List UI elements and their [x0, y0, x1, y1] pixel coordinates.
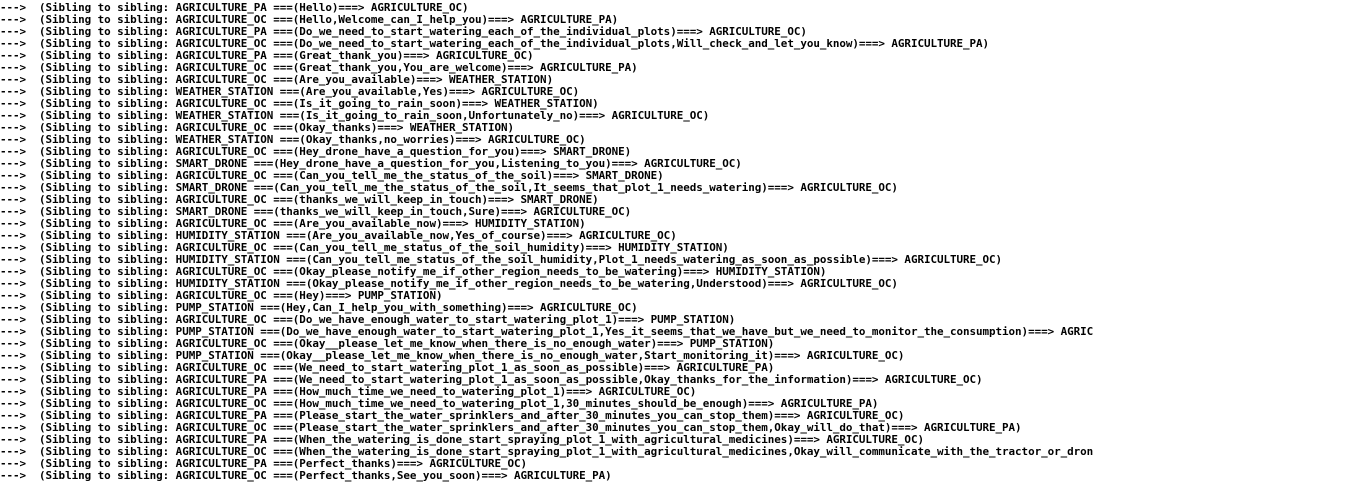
console-line: ---> (Sibling to sibling: SMART_DRONE ==… — [0, 182, 898, 194]
console-line: ---> (Sibling to sibling: PUMP_STATION =… — [0, 326, 1094, 338]
console-line: ---> (Sibling to sibling: AGRICULTURE_PA… — [0, 374, 983, 386]
console-line: ---> (Sibling to sibling: AGRICULTURE_OC… — [0, 338, 775, 350]
console-line: ---> (Sibling to sibling: AGRICULTURE_OC… — [0, 146, 632, 158]
console-line: ---> (Sibling to sibling: AGRICULTURE_PA… — [0, 458, 528, 470]
console-line: ---> (Sibling to sibling: WEATHER_STATIO… — [0, 86, 580, 98]
console-line: ---> (Sibling to sibling: SMART_DRONE ==… — [0, 158, 742, 170]
console-line: ---> (Sibling to sibling: AGRICULTURE_PA… — [0, 434, 924, 446]
console-line: ---> (Sibling to sibling: AGRICULTURE_OC… — [0, 398, 879, 410]
console-line: ---> (Sibling to sibling: AGRICULTURE_PA… — [0, 50, 534, 62]
console-line: ---> (Sibling to sibling: AGRICULTURE_OC… — [0, 122, 515, 134]
console-line: ---> (Sibling to sibling: PUMP_STATION =… — [0, 350, 905, 362]
console-line: ---> (Sibling to sibling: AGRICULTURE_OC… — [0, 98, 599, 110]
console-line: ---> (Sibling to sibling: AGRICULTURE_OC… — [0, 422, 1022, 434]
console-line: ---> (Sibling to sibling: AGRICULTURE_PA… — [0, 26, 807, 38]
console-line: ---> (Sibling to sibling: HUMIDITY_STATI… — [0, 230, 677, 242]
console-line: ---> (Sibling to sibling: WEATHER_STATIO… — [0, 110, 710, 122]
console-line: ---> (Sibling to sibling: AGRICULTURE_OC… — [0, 470, 612, 482]
console-line: ---> (Sibling to sibling: AGRICULTURE_OC… — [0, 74, 554, 86]
console-line: ---> (Sibling to sibling: AGRICULTURE_OC… — [0, 62, 638, 74]
console-line: ---> (Sibling to sibling: AGRICULTURE_OC… — [0, 266, 827, 278]
console-line: ---> (Sibling to sibling: AGRICULTURE_OC… — [0, 194, 599, 206]
console-line: ---> (Sibling to sibling: AGRICULTURE_OC… — [0, 242, 729, 254]
console-line: ---> (Sibling to sibling: AGRICULTURE_OC… — [0, 362, 775, 374]
console-line: ---> (Sibling to sibling: AGRICULTURE_PA… — [0, 2, 469, 14]
console-line: ---> (Sibling to sibling: AGRICULTURE_PA… — [0, 386, 697, 398]
console-line: ---> (Sibling to sibling: AGRICULTURE_OC… — [0, 290, 443, 302]
console-line: ---> (Sibling to sibling: AGRICULTURE_OC… — [0, 170, 664, 182]
console-line: ---> (Sibling to sibling: AGRICULTURE_PA… — [0, 410, 905, 422]
console-line: ---> (Sibling to sibling: AGRICULTURE_OC… — [0, 14, 619, 26]
console-line: ---> (Sibling to sibling: HUMIDITY_STATI… — [0, 254, 1003, 266]
console-line: ---> (Sibling to sibling: AGRICULTURE_OC… — [0, 218, 586, 230]
console-line: ---> (Sibling to sibling: SMART_DRONE ==… — [0, 206, 632, 218]
console-output: ---> (Sibling to sibling: AGRICULTURE_PA… — [0, 2, 1346, 500]
console-line: ---> (Sibling to sibling: HUMIDITY_STATI… — [0, 278, 898, 290]
console-line: ---> (Sibling to sibling: AGRICULTURE_OC… — [0, 446, 1094, 458]
console-line: ---> (Sibling to sibling: PUMP_STATION =… — [0, 302, 638, 314]
console-line: ---> (Sibling to sibling: WEATHER_STATIO… — [0, 134, 586, 146]
console-line: ---> (Sibling to sibling: AGRICULTURE_OC… — [0, 314, 736, 326]
console-line: ---> (Sibling to sibling: AGRICULTURE_OC… — [0, 38, 990, 50]
